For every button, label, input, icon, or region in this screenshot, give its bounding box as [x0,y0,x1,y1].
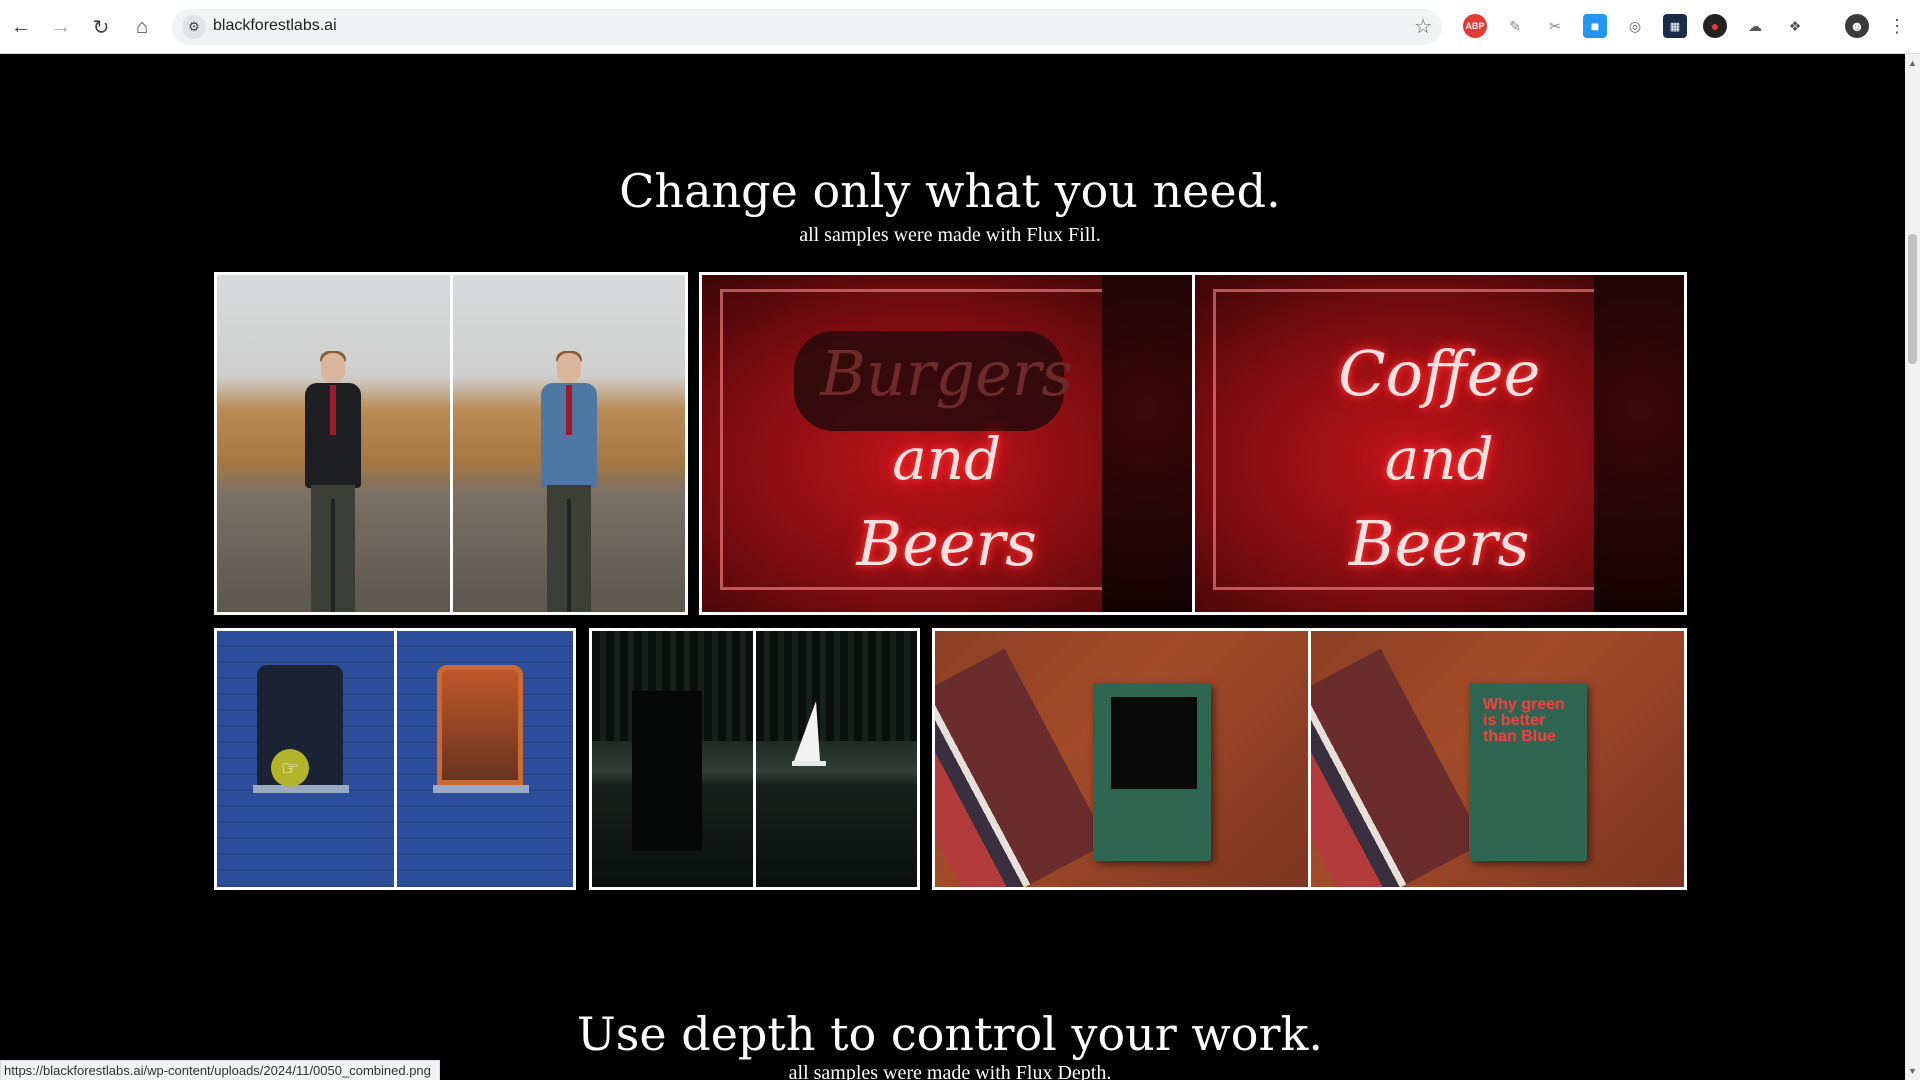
extension-blue-icon[interactable]: ■ [1583,14,1607,38]
page-scrollbar[interactable]: ▲ ▼ [1905,54,1920,1080]
neon-word-3: Beers [856,507,1037,580]
sample-after-image: Why green is better than Blue [1308,631,1684,887]
extension-circle-icon[interactable]: ◎ [1623,14,1647,38]
sample-after-image [449,275,685,612]
reload-icon[interactable]: ↻ [87,13,115,41]
sample-book-cover[interactable]: Why green is better than Blue [932,628,1687,890]
person-figure [533,351,605,612]
section-subtitle-fill: all samples were made with Flux Fill. [799,224,1101,246]
extension-red-icon[interactable]: ● [1703,14,1727,38]
back-icon[interactable]: ← [7,13,35,41]
book-title: Why green is better than Blue [1483,696,1565,745]
status-link-preview: https://blackforestlabs.ai/wp-content/up… [0,1060,440,1080]
sample-after-image: Coffee and Beers [1191,275,1684,612]
forward-icon[interactable]: → [47,13,75,41]
book-cover: Why green is better than Blue [1469,683,1587,861]
sample-before-image [592,631,753,887]
neon-word-1: Coffee [1338,337,1541,410]
neon-word-1: Burgers [820,337,1074,410]
scroll-down-icon[interactable]: ▼ [1908,1066,1917,1076]
neon-word-3: Beers [1349,507,1530,580]
section-title-fill: Change only what you need. [619,164,1281,218]
address-bar[interactable]: ⚙ blackforestlabs.ai ☆ [172,9,1442,45]
section-title-depth: Use depth to control your work. [577,1007,1323,1061]
browser-toolbar: ← → ↻ ⌂ ⚙ blackforestlabs.ai ☆ ABP ✎ ✂ ■… [0,0,1920,54]
window-lit [436,665,523,785]
person-figure [297,351,369,612]
sample-before-image [935,631,1308,887]
sample-after-image [753,631,917,887]
sailboat-icon [794,701,820,761]
sample-jacket-swap[interactable] [214,272,688,615]
scroll-up-icon[interactable]: ▲ [1908,58,1917,68]
scroll-thumb[interactable] [1908,234,1917,364]
extensions-puzzle-icon[interactable]: ❖ [1783,14,1807,38]
sample-sailboat[interactable] [589,628,920,890]
pointer-hand-icon: ☞ [271,749,309,787]
sample-window-fill[interactable] [214,628,576,890]
scissors-icon[interactable]: ✂ [1543,14,1567,38]
neon-word-2: and [1384,425,1494,493]
neon-word-2: and [892,425,1002,493]
cloud-icon[interactable]: ☁ [1743,14,1767,38]
site-info-icon[interactable]: ⚙ [182,15,206,39]
menu-kebab-icon[interactable]: ⋮ [1885,14,1909,38]
book-cover [1093,683,1211,861]
adblock-icon[interactable]: ABP [1463,14,1487,38]
sample-after-image [393,631,573,887]
url-text[interactable]: blackforestlabs.ai [213,17,337,35]
extension-grid-icon[interactable]: ▦ [1663,14,1687,38]
pen-icon[interactable]: ✎ [1503,14,1527,38]
sample-neon-sign[interactable]: Burgers and Beers Coffee and Beers [699,272,1687,615]
home-icon[interactable]: ⌂ [128,13,156,41]
profile-avatar[interactable]: ☻ [1845,14,1869,38]
sample-before-image [217,275,450,612]
sample-before-image: Burgers and Beers [702,275,1192,612]
page-content: Change only what you need. all samples w… [0,54,1905,1080]
bookmark-star-icon[interactable]: ☆ [1414,14,1432,39]
